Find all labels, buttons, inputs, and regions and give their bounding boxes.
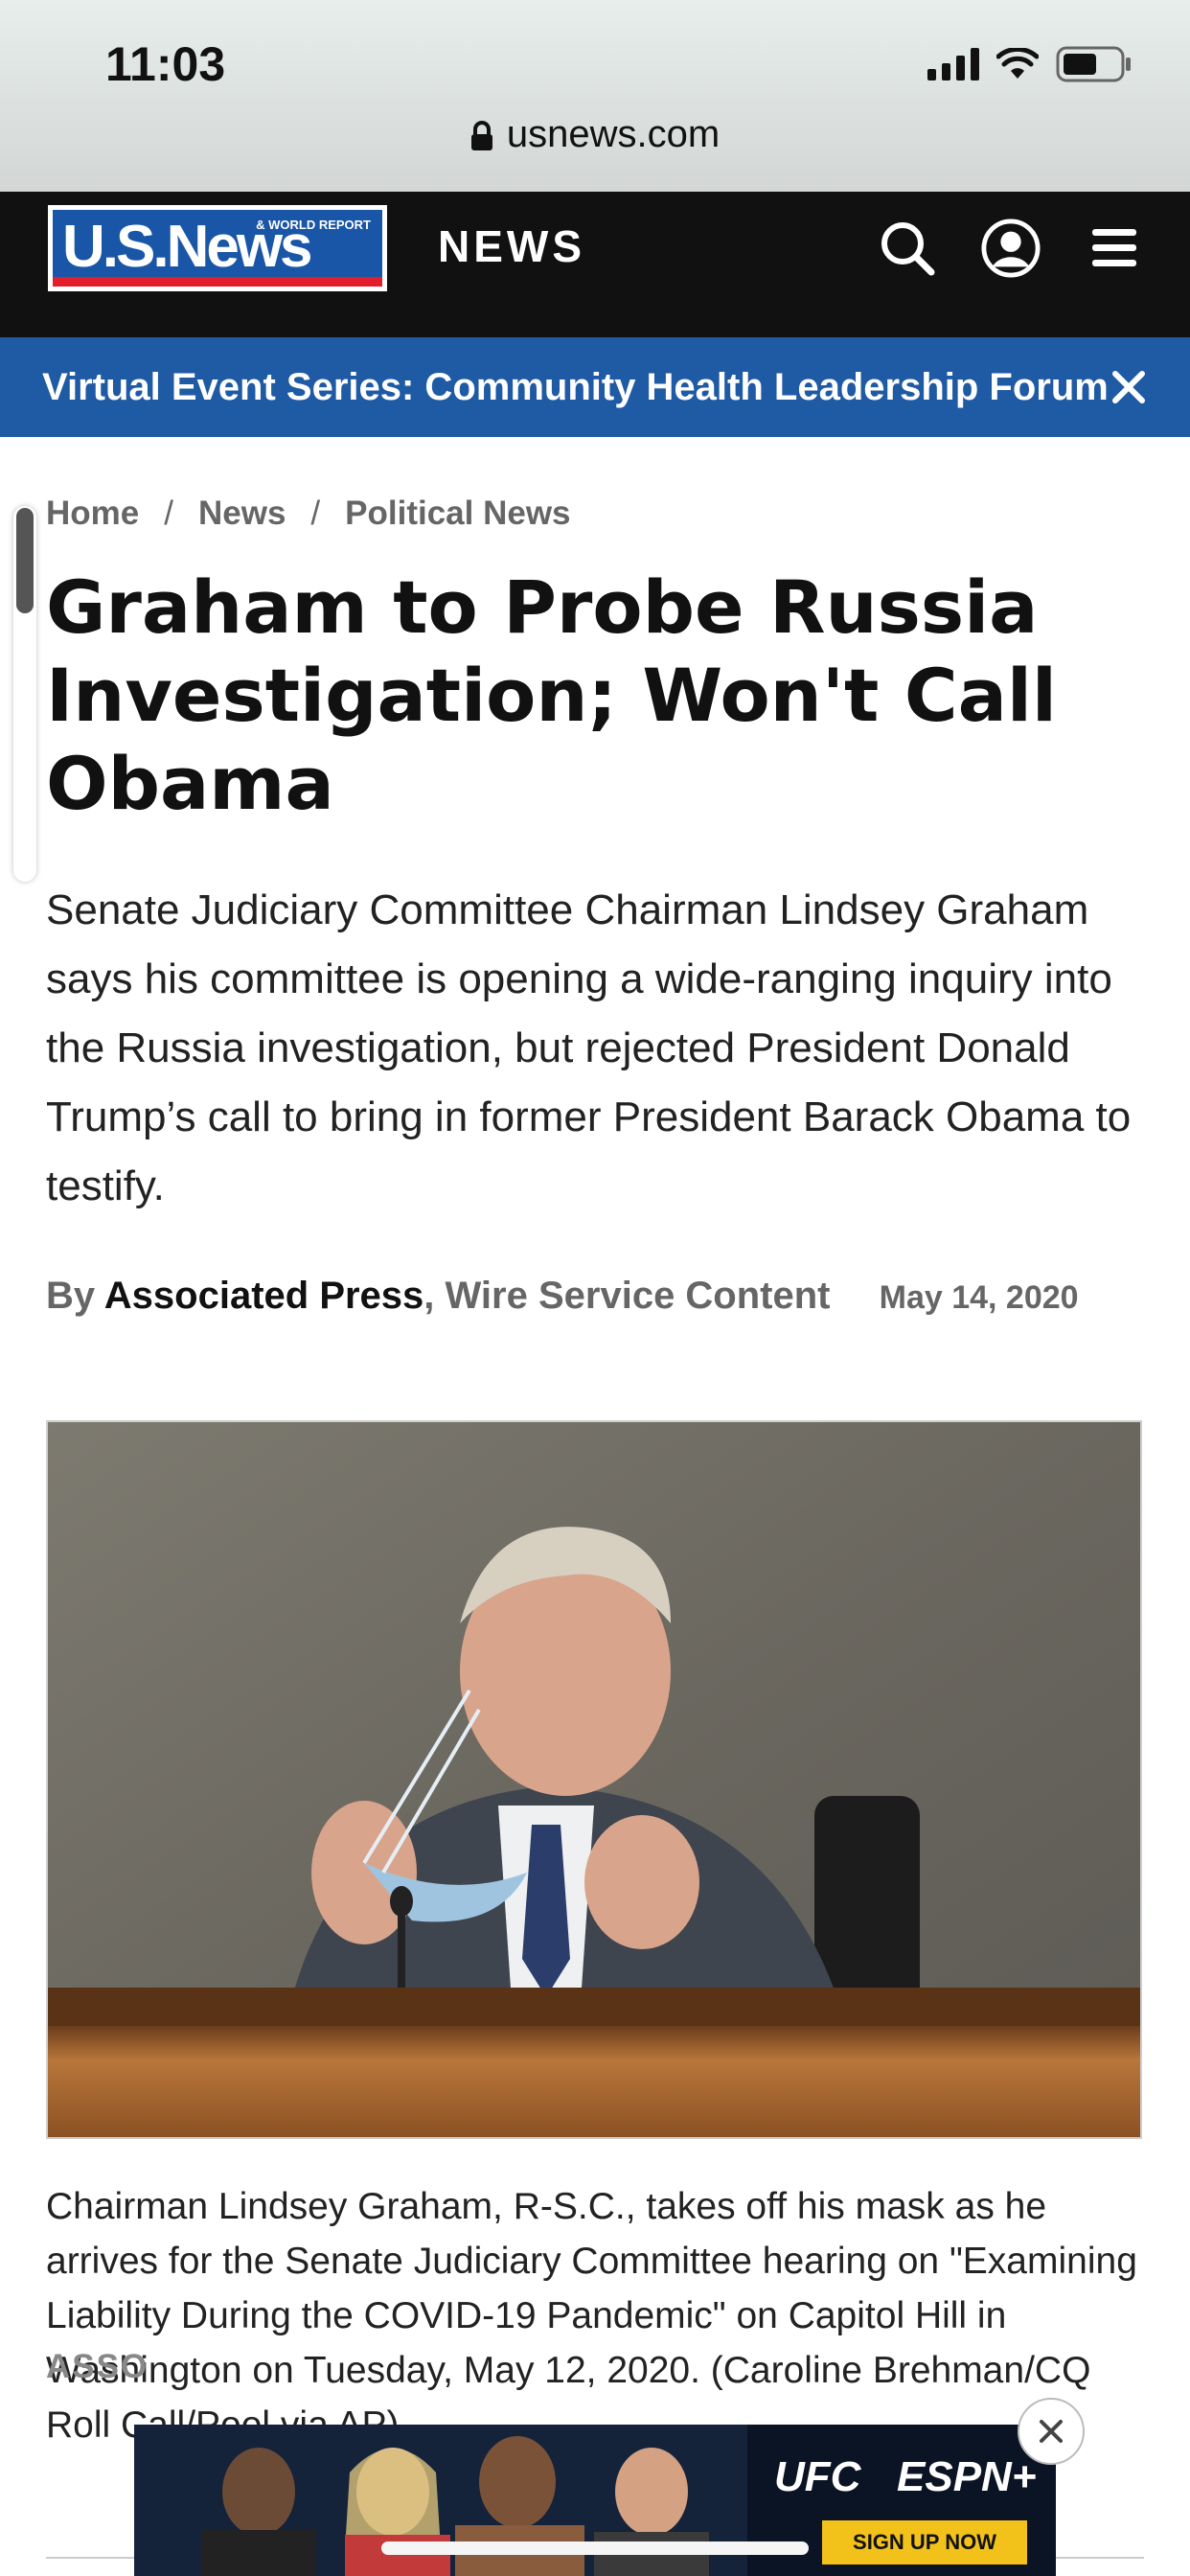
logo-stripe <box>53 277 382 287</box>
article-date: May 14, 2020 <box>879 1279 1079 1316</box>
account-icon[interactable] <box>981 218 1041 278</box>
breadcrumb-home[interactable]: Home <box>46 494 139 532</box>
address-bar[interactable]: usnews.com <box>0 113 1190 156</box>
url-text: usnews.com <box>506 113 721 155</box>
status-bar: 11:03 usnews.com <box>0 0 1190 192</box>
photo-credit: ASSO <box>46 2348 149 2385</box>
article-photo-illustration <box>48 1422 1140 2137</box>
search-icon[interactable] <box>878 218 937 278</box>
close-icon <box>1040 2420 1063 2443</box>
article-photo[interactable] <box>46 1420 1142 2139</box>
byline: By Associated Press, Wire Service Conten… <box>46 1275 1079 1318</box>
status-time: 11:03 <box>105 37 226 91</box>
cellular-signal-icon <box>927 48 979 80</box>
article-title: Graham to Probe Russia Investigation; Wo… <box>46 564 1057 826</box>
usnews-logo[interactable]: & WORLD REPORT U.S.News <box>48 205 387 291</box>
byline-source[interactable]: , Wire Service Content <box>423 1275 830 1317</box>
nav-section-news[interactable]: NEWS <box>438 220 585 272</box>
logo-background: & WORLD REPORT U.S.News <box>53 210 382 287</box>
breadcrumb-separator: / <box>310 494 321 532</box>
status-icons <box>927 46 1133 82</box>
lock-icon <box>470 121 492 151</box>
ad-brand-ufc: UFC <box>774 2453 861 2500</box>
photo-caption: Chairman Lindsey Graham, R-S.C., takes o… <box>46 2186 1137 2446</box>
event-banner[interactable]: Virtual Event Series: Community Health L… <box>0 337 1190 437</box>
article-summary: Senate Judiciary Committee Chairman Lind… <box>46 886 1132 1209</box>
ad-close-button[interactable] <box>1018 2398 1085 2465</box>
close-icon[interactable] <box>1110 368 1148 406</box>
ad-signup-button[interactable]: SIGN UP NOW <box>822 2520 1027 2564</box>
event-banner-text: Virtual Event Series: Community Health L… <box>42 366 1109 408</box>
home-indicator[interactable] <box>381 2542 809 2555</box>
breadcrumb-news[interactable]: News <box>198 494 286 532</box>
menu-icon[interactable] <box>1085 218 1144 278</box>
battery-icon <box>1056 46 1133 82</box>
ad-brand-espn: ESPN+ <box>897 2453 1037 2500</box>
byline-prefix: By <box>46 1275 96 1317</box>
breadcrumb-separator: / <box>164 494 173 532</box>
logo-text: U.S.News <box>62 214 313 280</box>
breadcrumb-political-news[interactable]: Political News <box>345 494 570 532</box>
header-actions <box>878 218 1144 278</box>
scrollbar-thumb[interactable] <box>16 508 34 613</box>
byline-author[interactable]: Associated Press <box>104 1275 424 1317</box>
breadcrumb: Home / News / Political News <box>46 494 571 533</box>
wifi-icon <box>996 48 1039 80</box>
